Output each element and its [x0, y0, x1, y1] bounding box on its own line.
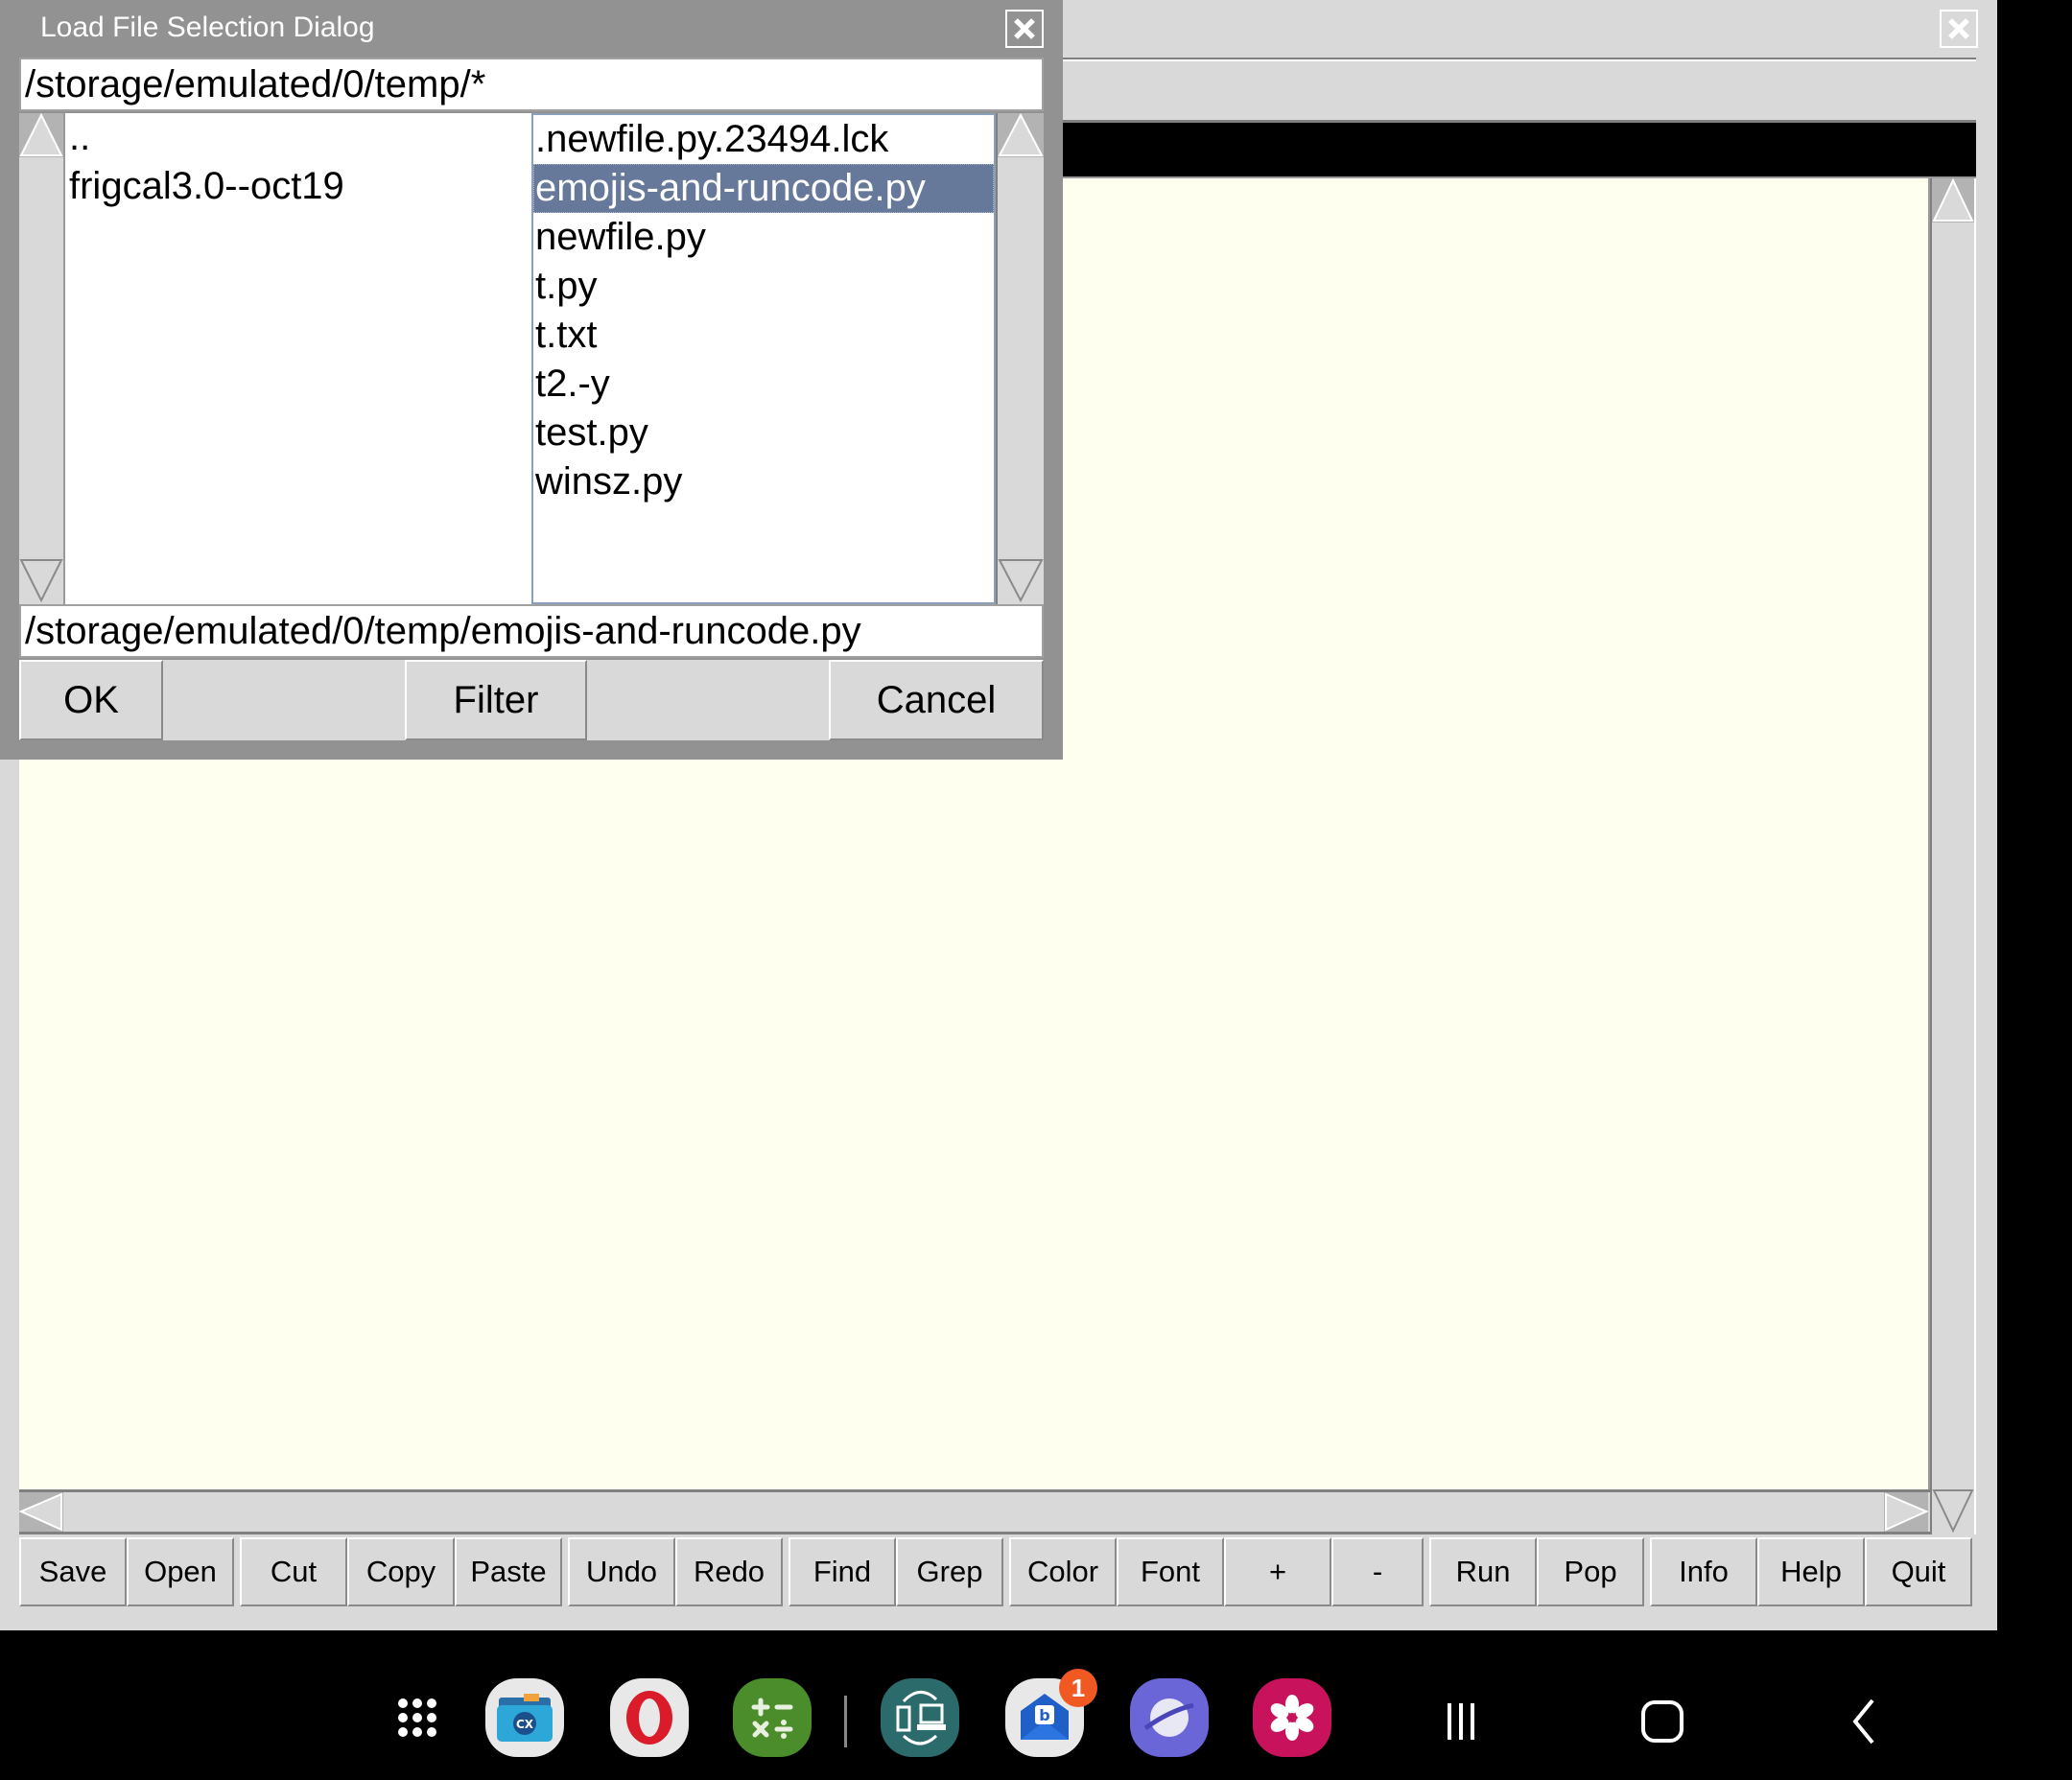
folder-cx-icon: CX — [497, 1694, 553, 1742]
save-button[interactable]: Save — [19, 1537, 127, 1606]
grid-dots-icon — [398, 1698, 436, 1737]
directory-item[interactable]: .. — [67, 113, 531, 162]
triangle-up-icon — [1932, 178, 1974, 222]
triangle-down-icon — [998, 559, 1044, 602]
help-button[interactable]: Help — [1757, 1537, 1865, 1606]
home-button[interactable] — [1629, 1688, 1696, 1755]
redo-button[interactable]: Redo — [675, 1537, 783, 1606]
recents-button[interactable] — [1427, 1688, 1495, 1755]
ok-button[interactable]: OK — [19, 660, 163, 740]
svg-text:CX: CX — [516, 1718, 534, 1731]
font-decrease-button[interactable]: - — [1331, 1537, 1424, 1606]
open-button[interactable]: Open — [127, 1537, 234, 1606]
notification-badge: 1 — [1059, 1669, 1097, 1707]
planet-icon — [1143, 1698, 1194, 1737]
dir-scroll-up-button[interactable] — [19, 113, 63, 157]
filter-button[interactable]: Filter — [405, 660, 587, 740]
info-button[interactable]: Info — [1650, 1537, 1757, 1606]
selected-file-input[interactable] — [19, 604, 1044, 658]
file-item[interactable]: t.py — [533, 262, 994, 311]
run-button[interactable]: Run — [1429, 1537, 1537, 1606]
undo-button[interactable]: Undo — [568, 1537, 675, 1606]
file-item[interactable]: t.txt — [533, 311, 994, 360]
scroll-left-button[interactable] — [19, 1492, 63, 1532]
cut-button[interactable]: Cut — [240, 1537, 347, 1606]
main-close-button[interactable] — [1940, 10, 1978, 48]
file-item[interactable]: .newfile.py.23494.lck — [533, 115, 994, 164]
find-button[interactable]: Find — [789, 1537, 896, 1606]
directory-list: .. frigcal3.0--oct19 — [67, 113, 531, 604]
editor-horizontal-scrollbar[interactable] — [19, 1489, 1930, 1534]
copy-button[interactable]: Copy — [347, 1537, 455, 1606]
back-chevron-icon — [1852, 1698, 1874, 1745]
device-sync-icon — [896, 1691, 946, 1745]
dock-divider — [844, 1696, 847, 1747]
font-increase-button[interactable]: + — [1224, 1537, 1331, 1606]
load-file-dialog: Load File Selection Dialog .. frigcal3.0… — [0, 0, 1063, 760]
app-drawer-button[interactable] — [378, 1678, 457, 1757]
samsung-internet-app[interactable] — [1130, 1678, 1209, 1757]
file-scroll-down-button[interactable] — [998, 558, 1044, 602]
close-icon — [1948, 18, 1969, 39]
blossom-app[interactable] — [1253, 1678, 1331, 1757]
close-icon — [1014, 18, 1035, 39]
file-item[interactable]: test.py — [533, 409, 994, 457]
scroll-up-button[interactable] — [1932, 178, 1974, 222]
directory-item[interactable]: frigcal3.0--oct19 — [67, 162, 531, 211]
filter-path-input[interactable] — [19, 58, 1044, 111]
triangle-left-icon — [19, 1492, 62, 1532]
triangle-down-icon — [19, 559, 63, 602]
file-scrollbar[interactable] — [996, 113, 1044, 604]
opera-app[interactable] — [610, 1678, 689, 1757]
quit-button[interactable]: Quit — [1865, 1537, 1972, 1606]
back-button[interactable] — [1830, 1688, 1897, 1755]
cx-file-explorer-app[interactable]: CX — [485, 1678, 564, 1757]
dir-scroll-down-button[interactable] — [19, 558, 63, 602]
directory-scrollbar[interactable] — [19, 113, 65, 604]
file-item-selected[interactable]: emojis-and-runcode.py — [533, 164, 994, 213]
file-list: .newfile.py.23494.lck emojis-and-runcode… — [531, 113, 996, 604]
color-button[interactable]: Color — [1009, 1537, 1117, 1606]
editor-toolbar: Save Open Cut Copy Paste Undo Redo Find … — [19, 1537, 1976, 1609]
file-item[interactable]: t2.-y — [533, 360, 994, 409]
dialog-close-button[interactable] — [1005, 10, 1044, 48]
triangle-up-icon — [998, 113, 1044, 156]
font-button[interactable]: Font — [1117, 1537, 1224, 1606]
file-item[interactable]: winsz.py — [533, 457, 994, 506]
opera-o-icon — [626, 1691, 672, 1745]
file-scroll-up-button[interactable] — [998, 113, 1044, 157]
sync-app[interactable] — [881, 1678, 959, 1757]
scroll-right-button[interactable] — [1884, 1492, 1928, 1532]
triangle-right-icon — [1885, 1492, 1928, 1532]
cancel-button[interactable]: Cancel — [829, 660, 1044, 740]
calculator-app[interactable] — [733, 1678, 812, 1757]
flower-icon — [1270, 1695, 1314, 1741]
triangle-down-icon — [1932, 1489, 1974, 1533]
home-icon — [1641, 1700, 1684, 1743]
recents-icon — [1448, 1703, 1474, 1740]
svg-text:b: b — [1039, 1706, 1049, 1724]
scroll-down-button[interactable] — [1932, 1488, 1974, 1533]
triangle-up-icon — [19, 113, 63, 156]
grep-button[interactable]: Grep — [896, 1537, 1003, 1606]
paste-button[interactable]: Paste — [455, 1537, 562, 1606]
file-item[interactable]: newfile.py — [533, 213, 994, 262]
pop-button[interactable]: Pop — [1537, 1537, 1644, 1606]
calculator-icon — [751, 1698, 793, 1739]
editor-vertical-scrollbar[interactable] — [1930, 178, 1976, 1534]
dialog-title: Load File Selection Dialog — [40, 12, 375, 43]
